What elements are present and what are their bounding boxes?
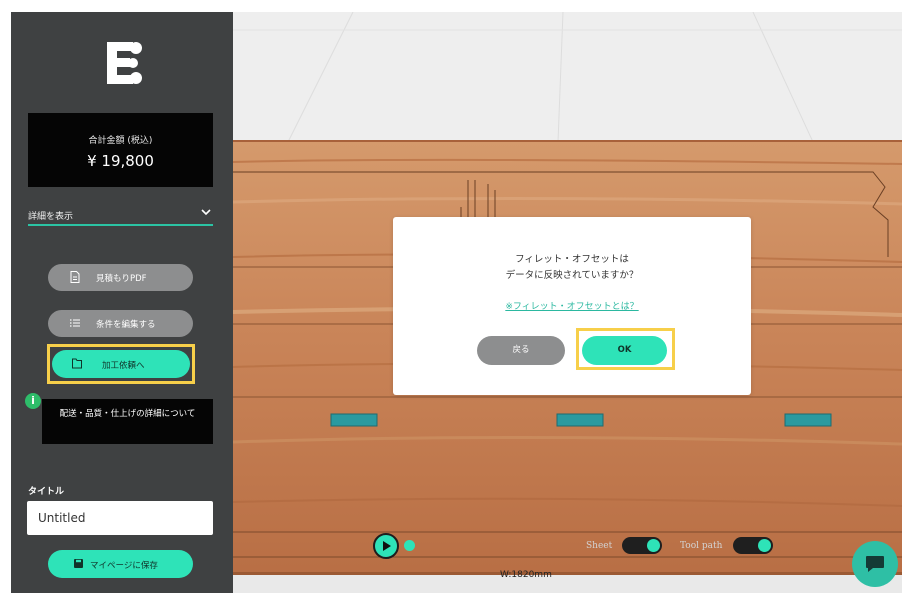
sheet-toggle-knob: [647, 539, 660, 552]
dialog-message-line2: データに反映されていますか？: [505, 270, 639, 281]
document-icon: [70, 271, 80, 283]
sheet-width-label: W:1820mm: [500, 570, 552, 580]
app-screen: 合計金額 (税込) ¥ 19,800 詳細を表示 見積もりPDF 条件を編集する…: [0, 0, 902, 593]
folder-icon: [72, 358, 82, 369]
save-to-mypage-button[interactable]: マイページに保存: [48, 550, 193, 578]
brand-logo: [107, 42, 142, 84]
quote-pdf-button[interactable]: 見積もりPDF: [48, 264, 193, 291]
sidebar: 合計金額 (税込) ¥ 19,800 詳細を表示 見積もりPDF 条件を編集する…: [11, 12, 233, 593]
toolpath-toggle[interactable]: [733, 537, 773, 554]
edit-conditions-button[interactable]: 条件を編集する: [48, 310, 193, 337]
sheet-toggle[interactable]: [622, 537, 662, 554]
total-price-panel: 合計金額 (税込) ¥ 19,800: [28, 113, 213, 187]
save-to-mypage-label: マイページに保存: [90, 561, 158, 571]
timeline-progress-handle[interactable]: [404, 540, 415, 551]
ok-button[interactable]: OK: [582, 336, 667, 365]
edit-conditions-label: 条件を編集する: [96, 320, 156, 330]
chat-button[interactable]: [852, 541, 898, 587]
quote-pdf-label: 見積もりPDF: [96, 274, 147, 284]
show-details-label: 詳細を表示: [28, 212, 74, 222]
shipping-quality-info-link[interactable]: 配送・品質・仕上げの詳細について: [42, 399, 213, 444]
toolpath-toggle-knob: [758, 539, 771, 552]
show-details-toggle[interactable]: 詳細を表示: [28, 207, 213, 226]
info-icon: i: [25, 393, 41, 409]
save-icon: [74, 559, 83, 568]
fillet-offset-help-link[interactable]: ※フィレット・オフセットとは？: [393, 299, 751, 312]
chat-icon: [866, 556, 884, 572]
title-input[interactable]: [27, 501, 213, 535]
title-label: タイトル: [28, 487, 65, 497]
request-processing-label: 加工依頼へ: [102, 361, 145, 371]
request-processing-button[interactable]: 加工依頼へ: [52, 350, 190, 378]
list-icon: [70, 319, 80, 327]
sheet-toggle-label: Sheet: [586, 541, 613, 551]
fillet-offset-dialog: フィレット・オフセットは データに反映されていますか？ ※フィレット・オフセット…: [393, 217, 751, 395]
toolpath-toggle-label: Tool path: [680, 541, 723, 551]
chevron-down-icon: [201, 209, 211, 216]
play-button[interactable]: [373, 533, 399, 559]
back-button[interactable]: 戻る: [477, 336, 565, 365]
total-price-value: ¥ 19,800: [87, 152, 154, 170]
play-icon: [383, 541, 391, 551]
dialog-message-line1: フィレット・オフセットは: [515, 254, 629, 265]
total-price-label: 合計金額 (税込): [88, 136, 153, 146]
